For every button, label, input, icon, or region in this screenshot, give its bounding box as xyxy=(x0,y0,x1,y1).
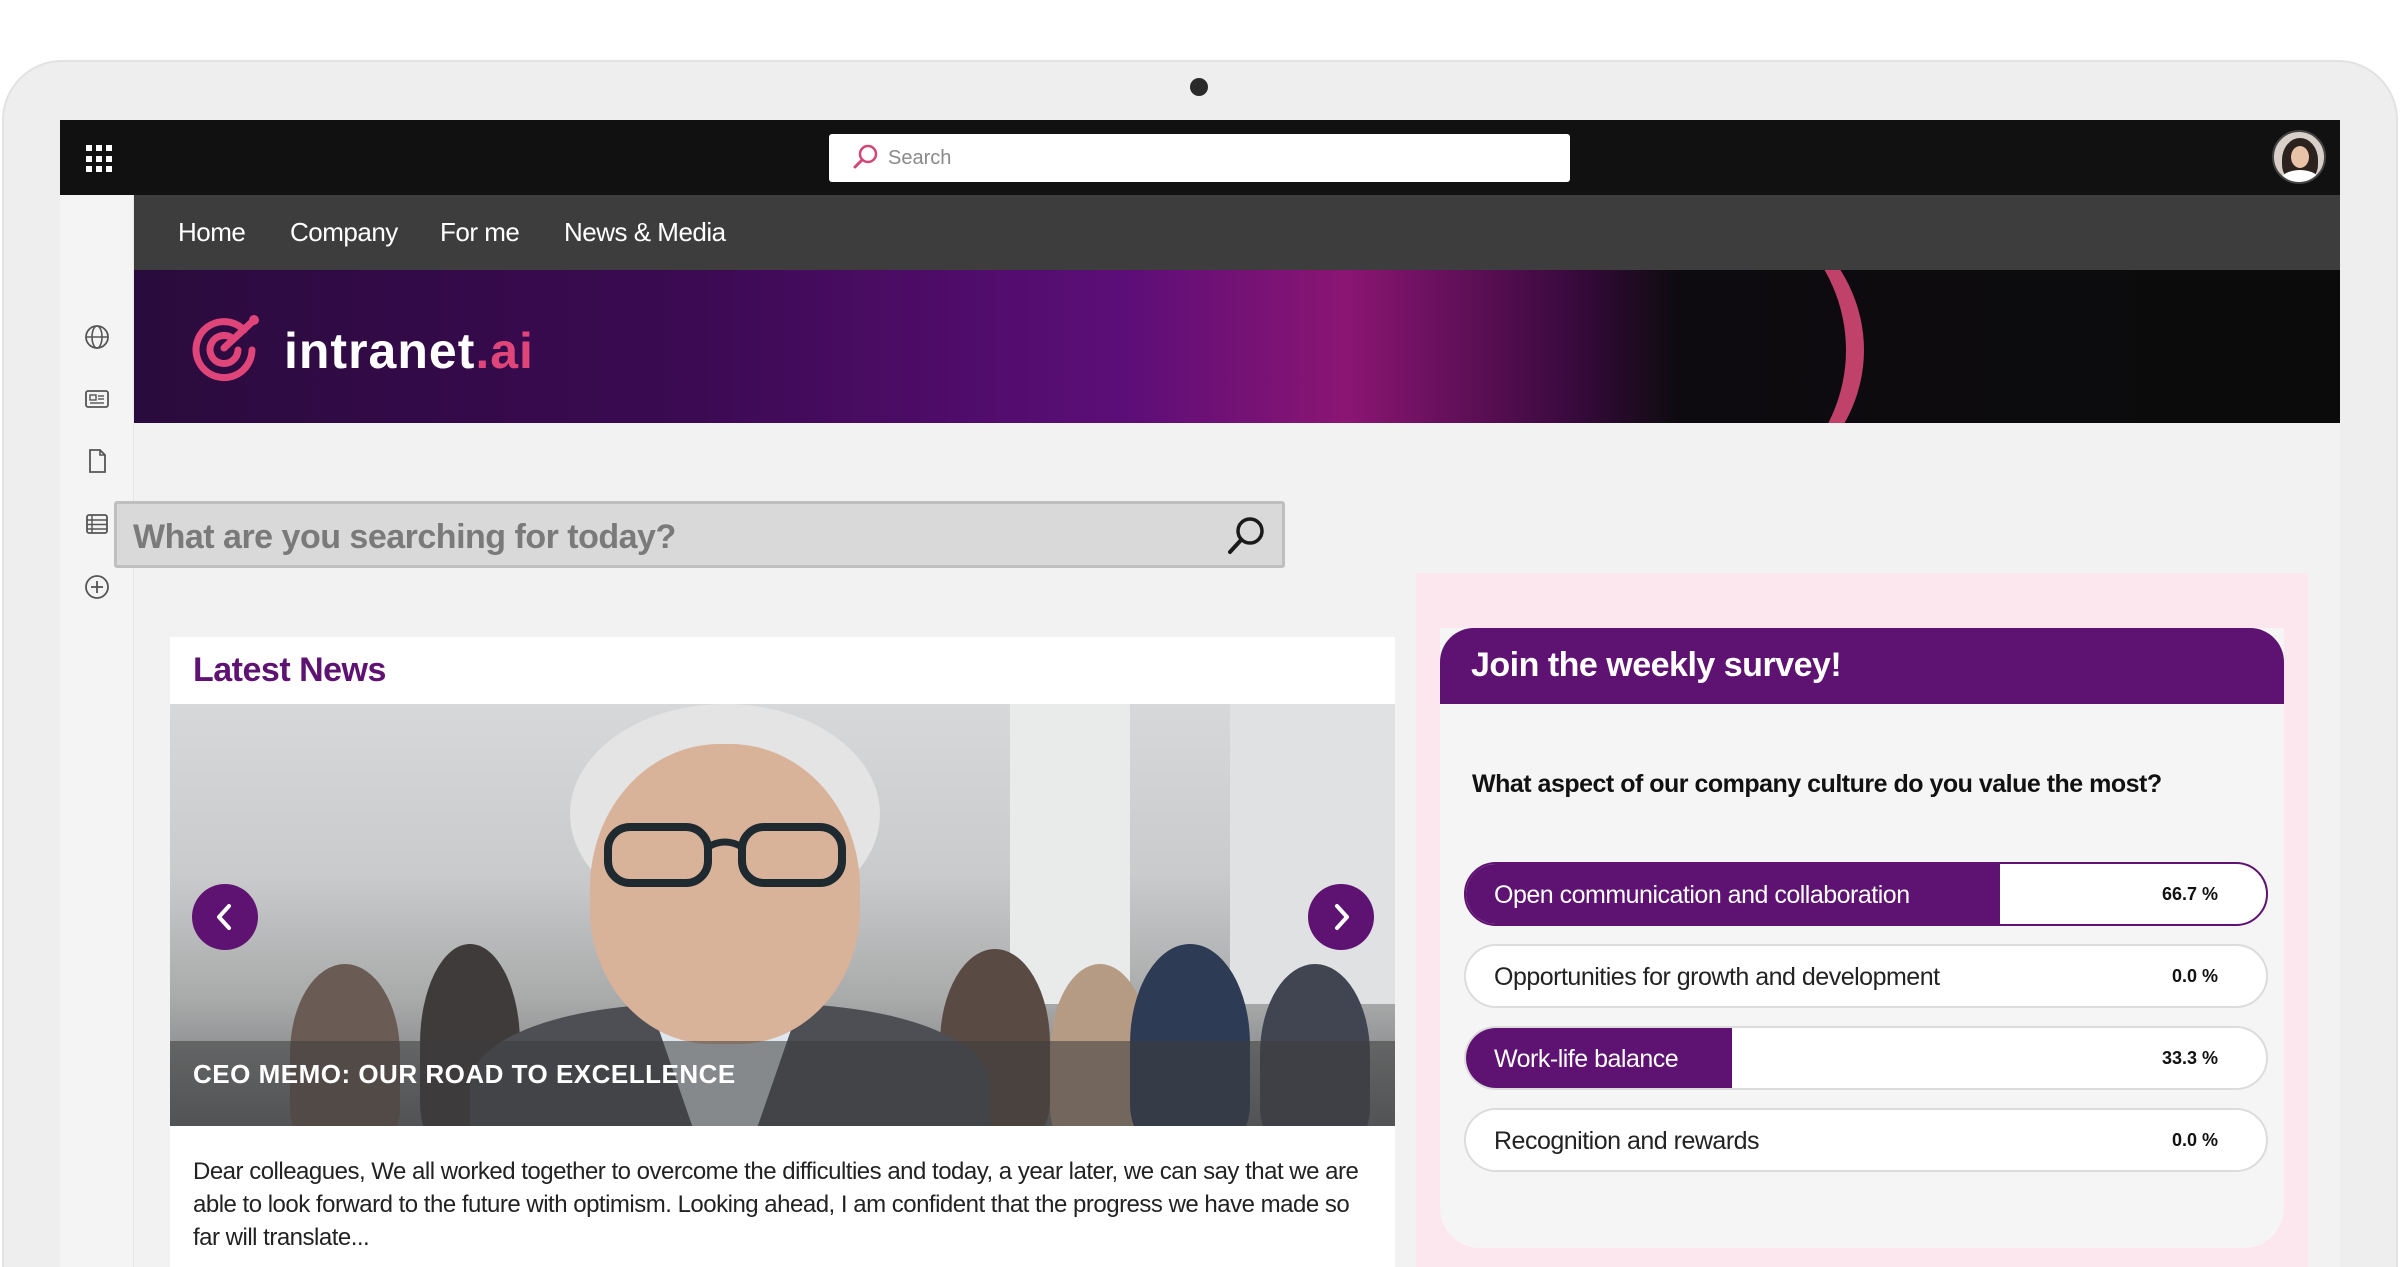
survey-option-percent: 33.3 % xyxy=(2161,1048,2218,1068)
brand-logo[interactable]: intranet.ai xyxy=(284,322,534,380)
survey-option-label: Work-life balance xyxy=(1494,1045,1679,1073)
survey-option-label: Open communication and collaboration xyxy=(1494,881,1910,909)
chevron-right-icon xyxy=(1335,904,1349,930)
survey-header: Join the weekly survey! xyxy=(1440,628,2284,704)
survey-title: Join the weekly survey! xyxy=(1471,646,1842,684)
intranet-logo-icon xyxy=(192,315,259,382)
camera-dot xyxy=(1190,78,1208,96)
news-excerpt: Dear colleagues, We all worked together … xyxy=(193,1158,1359,1251)
globe-icon[interactable] xyxy=(83,323,111,351)
survey-question: What aspect of our company culture do yo… xyxy=(1472,770,2162,798)
nav-news-media[interactable]: News & Media xyxy=(564,217,726,248)
survey-option-0[interactable]: Open communication and collaboration 66.… xyxy=(1464,862,2268,926)
main-nav: Home Company For me News & Media xyxy=(134,195,2340,270)
survey-option-label: Opportunities for growth and development xyxy=(1494,963,1940,991)
ceo-photo-face xyxy=(590,744,860,1044)
top-bar: Search xyxy=(60,120,2340,195)
list-icon[interactable] xyxy=(83,510,111,538)
document-icon[interactable] xyxy=(83,447,111,475)
add-circle-icon[interactable] xyxy=(83,573,111,601)
hero-banner: intranet.ai xyxy=(134,270,2340,423)
news-icon[interactable] xyxy=(83,385,111,413)
latest-news-card: Latest News CEO MEMO: OUR ROAD TO EXCELL… xyxy=(170,637,1395,1267)
news-hero-image[interactable]: CEO MEMO: OUR ROAD TO EXCELLENCE xyxy=(170,704,1395,1126)
survey-option-percent: 66.7 % xyxy=(2161,884,2218,904)
news-heading: Latest News xyxy=(193,651,386,689)
carousel-prev-button[interactable] xyxy=(192,884,258,950)
nav-company[interactable]: Company xyxy=(290,217,398,248)
top-search-input[interactable]: Search xyxy=(829,134,1570,182)
survey-option-3[interactable]: Recognition and rewards 0.0 % xyxy=(1464,1108,2268,1172)
survey-option-2[interactable]: Work-life balance 33.3 % xyxy=(1464,1026,2268,1090)
nav-home[interactable]: Home xyxy=(178,217,246,248)
survey-option-label: Recognition and rewards xyxy=(1494,1127,1760,1155)
top-search-placeholder: Search xyxy=(888,147,952,169)
left-rail xyxy=(60,195,134,1267)
survey-option-1[interactable]: Opportunities for growth and development… xyxy=(1464,944,2268,1008)
banner-arc-decoration xyxy=(1464,270,1864,423)
survey-option-percent: 0.0 % xyxy=(2171,966,2218,986)
news-headline[interactable]: CEO MEMO: OUR ROAD TO EXCELLENCE xyxy=(193,1059,736,1090)
user-avatar[interactable] xyxy=(2272,130,2326,184)
main-search-placeholder: What are you searching for today? xyxy=(133,518,676,556)
main-search-input[interactable]: What are you searching for today? xyxy=(114,501,1285,568)
glasses-graphic xyxy=(604,823,846,887)
survey-option-percent: 0.0 % xyxy=(2171,1130,2218,1150)
chevron-left-icon xyxy=(217,904,231,930)
app-launcher-icon[interactable] xyxy=(86,145,114,173)
search-icon xyxy=(853,144,878,169)
carousel-next-button[interactable] xyxy=(1308,884,1374,950)
nav-for-me[interactable]: For me xyxy=(440,217,520,248)
search-icon[interactable] xyxy=(1224,514,1268,558)
